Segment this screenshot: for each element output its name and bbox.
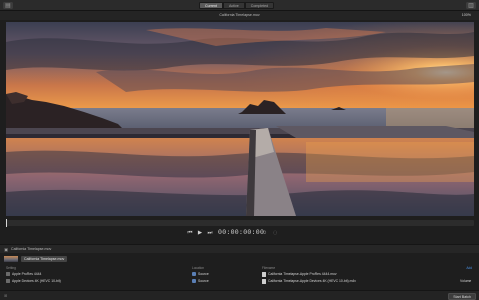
video-viewer[interactable] (6, 22, 474, 216)
loop-icon[interactable]: ⟲ (262, 230, 270, 236)
output-setting: Apple ProRes 4444 (12, 272, 42, 276)
setting-icon (6, 279, 10, 283)
transport-controls: ⏮ ▶ ⏭ 00:00:00:00 ⟲ ◌ (0, 228, 479, 238)
skip-forward-icon[interactable]: ⏭ (206, 229, 214, 237)
viewer-title: California Timelapse.mov (219, 13, 260, 17)
output-filename[interactable]: California Timelapse-Apple Devices 4K (H… (268, 278, 356, 284)
batch-header: ▣ California Timelapse.mov (0, 244, 479, 253)
view-tabs: Current Active Completed (199, 2, 275, 9)
start-batch-button[interactable]: Start Batch (448, 293, 476, 300)
output-location[interactable]: Source (198, 278, 209, 284)
output-row[interactable]: Apple Devices 4K (HEVC 10-bit) Source Ca… (0, 278, 479, 284)
video-frame (6, 22, 474, 216)
sidebar-toggle-button[interactable]: ▤ (3, 2, 13, 9)
timeline-scrubber[interactable] (6, 219, 474, 227)
folder-icon (192, 279, 196, 283)
job-thumbnail (4, 256, 18, 262)
zoom-menu[interactable]: 100% (462, 11, 471, 20)
disclosure-icon[interactable]: ▣ (4, 247, 8, 252)
playhead[interactable] (6, 219, 7, 227)
tab-completed[interactable]: Completed (244, 2, 275, 9)
timecode-display: 00:00:00:00 (218, 229, 265, 236)
output-setting: Apple Devices 4K (HEVC 10-bit) (12, 279, 61, 283)
folder-icon (192, 272, 196, 276)
add-icon[interactable]: ⊞ (4, 293, 7, 299)
markers-icon[interactable]: ◌ (273, 230, 280, 236)
file-icon (262, 271, 266, 277)
play-icon[interactable]: ▶ (196, 229, 204, 237)
output-filename[interactable]: California Timelapse-Apple ProRes 4444.m… (268, 271, 337, 277)
skip-back-icon[interactable]: ⏮ (186, 229, 194, 237)
setting-icon (6, 272, 10, 276)
file-icon (262, 278, 266, 284)
output-extra: Volume (460, 279, 472, 283)
inspector-toggle-button[interactable]: ▥ (466, 2, 476, 9)
compressor-window: ▤ Current Active Completed ▥ California … (0, 0, 479, 300)
job-row[interactable]: California Timelapse.mov (4, 255, 474, 263)
bottom-bar: ⊞ Start Batch (0, 290, 479, 300)
output-row[interactable]: Apple ProRes 4444 Source California Time… (0, 271, 479, 277)
viewer-header: California Timelapse.mov 100% (0, 11, 479, 20)
toolbar: ▤ Current Active Completed ▥ (0, 0, 479, 11)
batch-title: California Timelapse.mov (11, 247, 52, 251)
sidebar-icon: ▤ (5, 2, 11, 9)
tab-current[interactable]: Current (199, 2, 223, 9)
output-location[interactable]: Source (198, 271, 209, 277)
inspector-icon: ▥ (468, 2, 474, 9)
job-name: California Timelapse.mov (21, 256, 68, 262)
tab-active[interactable]: Active (222, 2, 245, 9)
